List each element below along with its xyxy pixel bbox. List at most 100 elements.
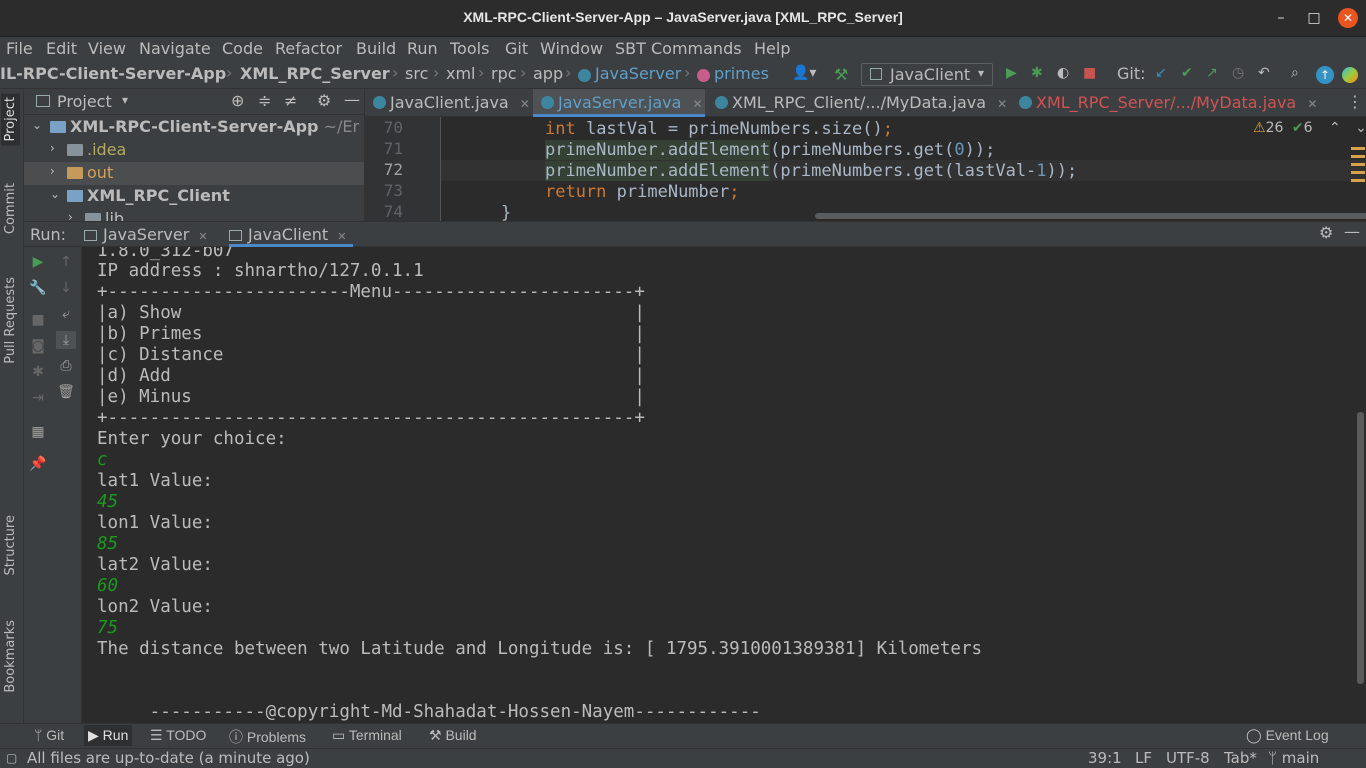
breadcrumb-method[interactable]: primes	[714, 64, 769, 83]
menu-file[interactable]: File	[6, 39, 33, 58]
error-stripe[interactable]	[1351, 147, 1365, 187]
close-icon[interactable]: ✕	[693, 97, 703, 111]
breadcrumb-rpc[interactable]: rpc	[491, 64, 517, 83]
tree-item-idea[interactable]: › .idea	[24, 139, 364, 162]
close-icon[interactable]: ✕	[997, 97, 1007, 111]
chevron-down-icon[interactable]: ⌄	[1355, 120, 1366, 136]
gear-icon[interactable]: ⚙	[317, 91, 331, 110]
bottom-tab-problems[interactable]: ⓘ Problems	[229, 727, 306, 747]
inspection-widget[interactable]: ⚠26 ✔6 ⌃ ⌄	[1253, 120, 1366, 136]
breadcrumb-module[interactable]: XML_RPC_Server	[240, 64, 390, 83]
scroll-to-end-icon[interactable]: ⤓	[56, 331, 76, 349]
search-icon[interactable]: ⌕	[1291, 65, 1299, 81]
chevron-right-icon[interactable]: ›	[50, 141, 55, 155]
menu-tools[interactable]: Tools	[450, 39, 489, 58]
coverage-icon[interactable]: ◐	[1057, 65, 1069, 81]
menu-window[interactable]: Window	[540, 39, 603, 58]
tree-item-lib[interactable]: › lib	[24, 208, 364, 221]
more-tabs-icon[interactable]: ⋮	[1347, 92, 1363, 111]
breadcrumb-xml[interactable]: xml	[446, 64, 476, 83]
chevron-right-icon[interactable]: ›	[50, 164, 55, 178]
chevron-right-icon[interactable]: ›	[68, 210, 73, 221]
minimize-button[interactable]: –	[1271, 8, 1291, 28]
maximize-button[interactable]: □	[1304, 8, 1324, 28]
hide-icon[interactable]: —	[1344, 222, 1360, 241]
ide-logo-icon[interactable]	[1342, 67, 1358, 83]
bottom-tab-build[interactable]: ⚒ Build	[429, 727, 477, 744]
gear-icon[interactable]: ⚙	[1319, 223, 1333, 242]
breadcrumb-class[interactable]: JavaServer	[595, 64, 681, 83]
breadcrumb-project[interactable]: IL-RPC-Client-Server-App	[0, 64, 226, 83]
code-line-70[interactable]: int lastVal = primeNumbers.size();	[545, 119, 893, 139]
menu-git[interactable]: Git	[505, 39, 528, 58]
tab-javaserver-java[interactable]: JavaServer.java ✕	[533, 89, 705, 117]
close-icon[interactable]: ✕	[198, 230, 207, 243]
tree-item-project-root[interactable]: ⌄ XML-RPC-Client-Server-App ~/Er	[24, 116, 364, 139]
breadcrumb-src[interactable]: src	[405, 64, 428, 83]
chevron-up-icon[interactable]: ⌃	[1329, 120, 1341, 136]
update-icon[interactable]: ↑	[1316, 66, 1334, 84]
file-encoding[interactable]: UTF-8	[1166, 749, 1210, 767]
tree-item-out[interactable]: › out	[24, 162, 364, 185]
expand-all-icon[interactable]: ≑	[258, 91, 271, 110]
chevron-down-icon[interactable]: ⌄	[32, 118, 42, 132]
trash-icon[interactable]: 🗑	[56, 383, 76, 401]
print-icon[interactable]: ⎙	[56, 357, 76, 375]
menu-run[interactable]: Run	[407, 39, 438, 58]
stop-icon[interactable]: ■	[28, 311, 48, 329]
menu-code[interactable]: Code	[222, 39, 263, 58]
stop-icon[interactable]: ■	[1083, 65, 1096, 81]
status-message[interactable]: All files are up-to-date (a minute ago)	[27, 749, 310, 767]
vertical-scrollbar[interactable]	[1357, 412, 1364, 684]
indent-setting[interactable]: Tab*	[1224, 749, 1257, 767]
close-icon[interactable]: ✕	[520, 97, 530, 111]
menu-sbt-commands[interactable]: SBT Commands	[615, 39, 742, 58]
pin-icon[interactable]: 📌	[28, 455, 48, 473]
code-line-73[interactable]: return primeNumber;	[545, 182, 740, 202]
bottom-tab-todo[interactable]: ☰ TODO	[150, 727, 206, 744]
chevron-down-icon[interactable]: ⌄	[50, 187, 60, 201]
bottom-tab-git[interactable]: ᛘ Git	[34, 727, 64, 743]
git-branch-widget[interactable]: ᛘ main	[1268, 749, 1319, 767]
tab-structure[interactable]: Structure	[1, 511, 20, 579]
menu-navigate[interactable]: Navigate	[139, 39, 211, 58]
menu-build[interactable]: Build	[356, 39, 396, 58]
console-output[interactable]: 1.8.0_312-b07 IP address : shnartho/127.…	[83, 247, 1366, 723]
code-line-72[interactable]: primeNumber.addElement(primeNumbers.get(…	[545, 161, 1077, 181]
tab-commit[interactable]: Commit	[1, 179, 20, 238]
git-push-icon[interactable]: ↗	[1206, 65, 1218, 81]
user-icon[interactable]: 👤▾	[792, 65, 816, 81]
cursor-position[interactable]: 39:1	[1088, 749, 1122, 767]
menu-view[interactable]: View	[88, 39, 126, 58]
horizontal-scrollbar[interactable]	[815, 213, 1366, 219]
close-icon[interactable]: ✕	[337, 230, 346, 243]
arrow-up-icon[interactable]: ↑	[56, 253, 76, 271]
build-hammer-icon[interactable]: ⚒	[834, 65, 848, 84]
layout-icon[interactable]: ▦	[28, 423, 48, 441]
event-log-tab[interactable]: ◯ Event Log	[1246, 727, 1329, 744]
line-separator[interactable]: LF	[1135, 749, 1152, 767]
wrench-icon[interactable]: 🔧	[28, 279, 48, 297]
tab-client-mydata-java[interactable]: XML_RPC_Client/.../MyData.java ✕	[707, 89, 1009, 117]
tab-javaclient-java[interactable]: JavaClient.java ✕	[365, 89, 531, 117]
close-button[interactable]: ✕	[1338, 8, 1358, 28]
exit-icon[interactable]: ⇥	[28, 389, 48, 407]
menu-refactor[interactable]: Refactor	[275, 39, 342, 58]
locate-icon[interactable]: ⊕	[231, 91, 244, 110]
rollback-icon[interactable]: ↶	[1258, 65, 1270, 81]
run-icon[interactable]: ▶	[1006, 65, 1017, 81]
soft-wrap-icon[interactable]: ⤶	[56, 305, 76, 323]
rerun-icon[interactable]: ▶	[28, 253, 48, 271]
history-icon[interactable]: ◷	[1232, 65, 1244, 81]
bottom-tab-terminal[interactable]: ▭ Terminal	[332, 727, 402, 744]
chevron-down-icon[interactable]: ▾	[122, 93, 128, 107]
tab-project[interactable]: Project	[1, 93, 20, 146]
run-tab-javaclient[interactable]: JavaClient ✕	[229, 222, 353, 247]
debug-icon[interactable]: ✱	[28, 363, 48, 381]
tab-pull-requests[interactable]: Pull Requests	[1, 273, 20, 368]
camera-icon[interactable]: ◙	[28, 337, 48, 355]
status-icon[interactable]: ▢	[6, 751, 17, 765]
menu-edit[interactable]: Edit	[46, 39, 77, 58]
project-panel-title[interactable]: Project	[57, 92, 112, 111]
tab-server-mydata-java[interactable]: XML_RPC_Server/.../MyData.java ✕	[1011, 89, 1317, 117]
